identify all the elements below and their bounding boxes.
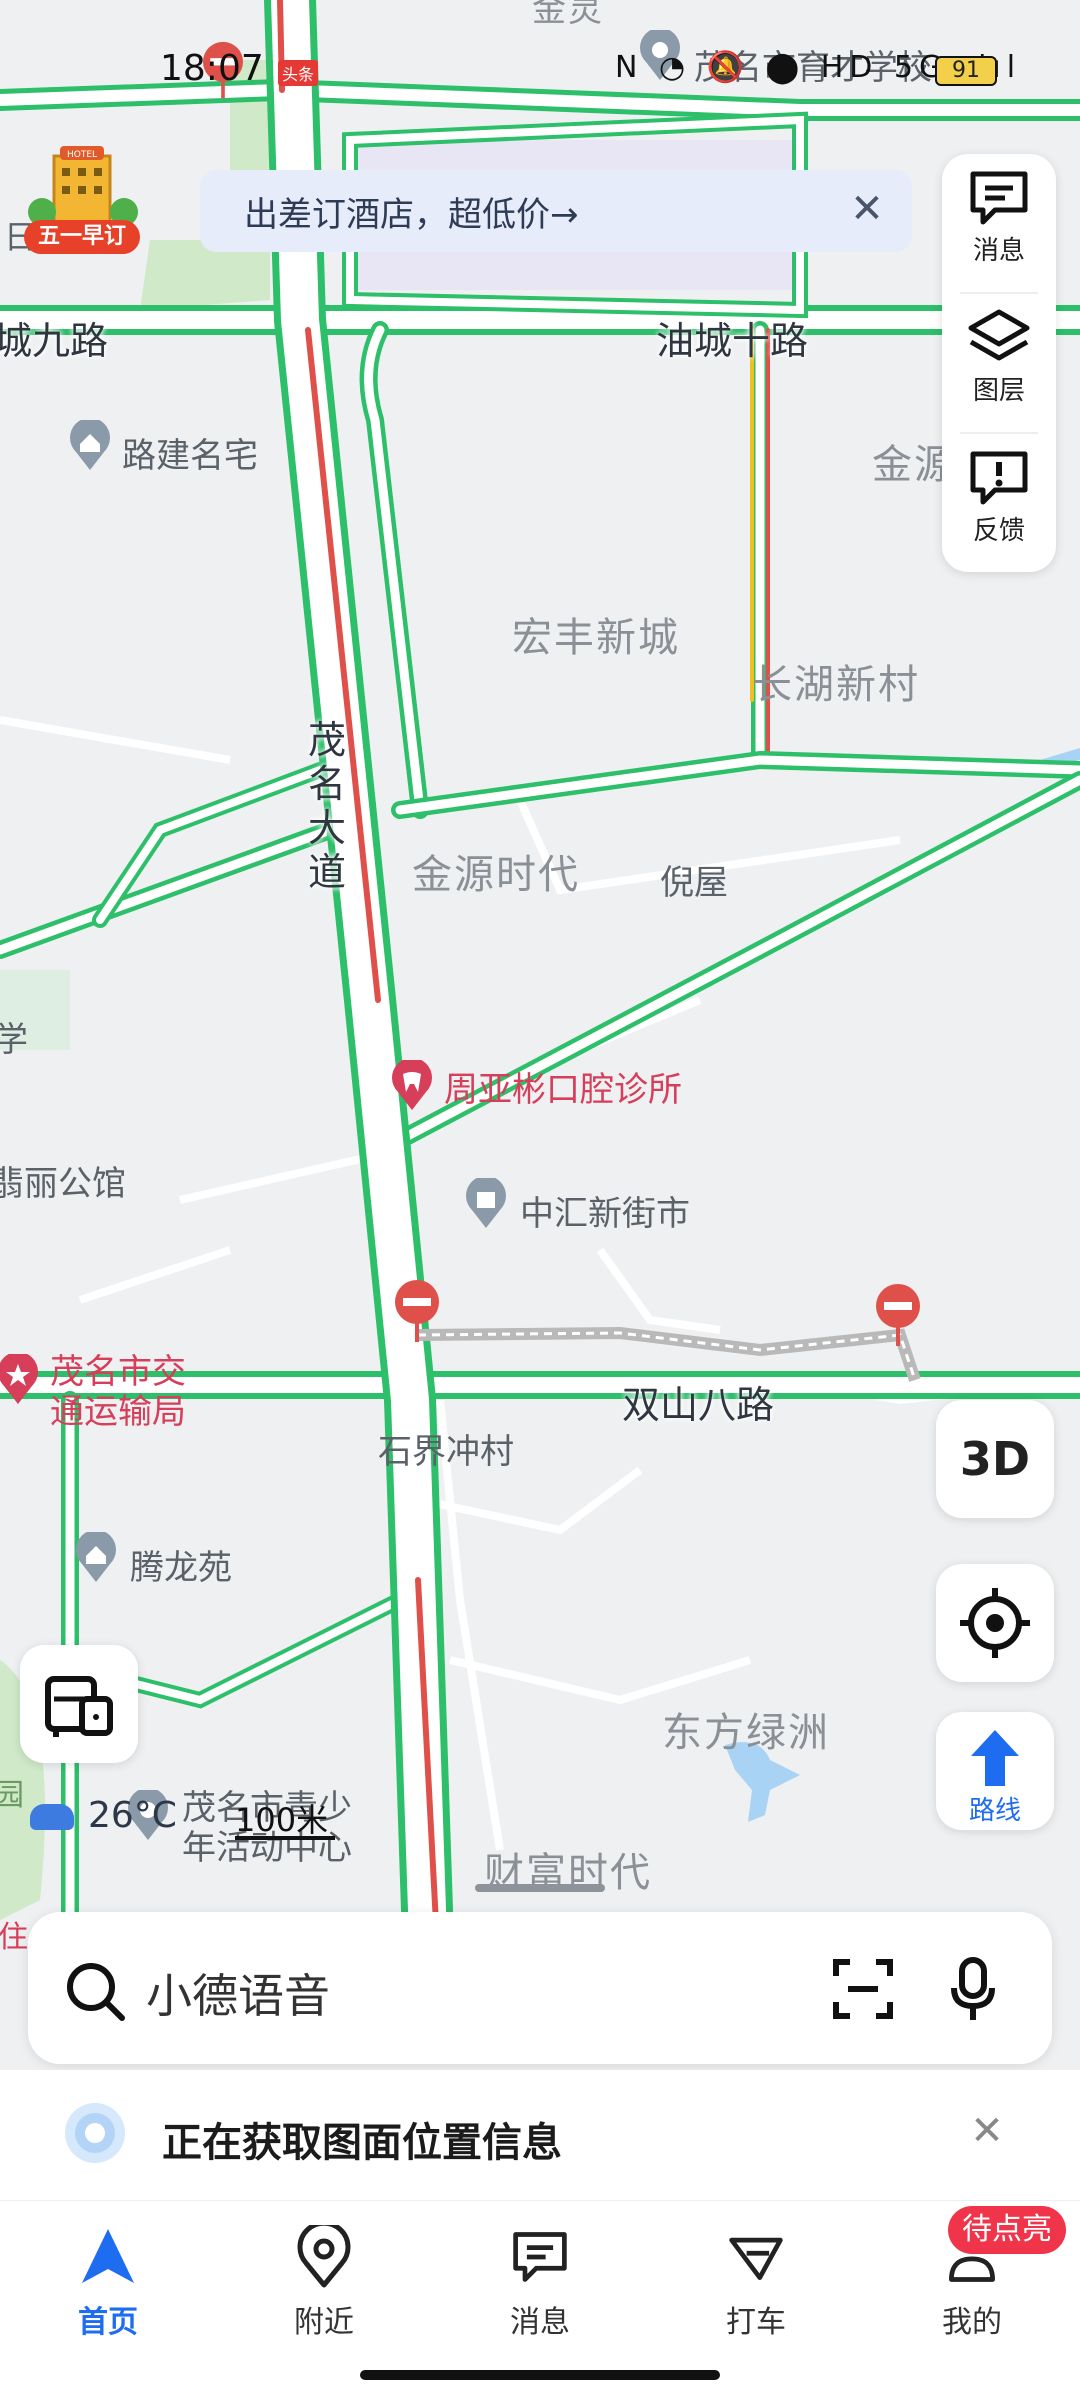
no-entry-icon xyxy=(876,1284,920,1346)
road-label-youcheng10: 油城十路 xyxy=(656,319,809,363)
poi-label-zhonghui[interactable]: 中汇新街市 xyxy=(520,1186,690,1235)
status-bar: 18:07 头条 N ◔ 🔕 ⬤ HD 5G ılıl 91 xyxy=(0,0,1080,140)
nav-home-label: 首页 xyxy=(78,2305,138,2340)
poi-label-zhu: 住 xyxy=(0,1920,28,1955)
temperature: 26°C xyxy=(88,1795,177,1836)
area-label-changhu: 长湖新村 xyxy=(752,662,920,708)
nav-taxi[interactable]: 打车 xyxy=(686,2225,826,2341)
road-label-maoming-dadao: 茂名大道 xyxy=(308,718,347,894)
nav-mine-label: 我的 xyxy=(942,2305,1002,2340)
weather-readout[interactable]: 26°C xyxy=(30,1795,177,1836)
transit-button[interactable] xyxy=(20,1645,138,1763)
search-icon xyxy=(67,1963,125,2021)
poi-label-zhouyabin[interactable]: 周亚彬口腔诊所 xyxy=(444,1062,682,1111)
messages-button[interactable]: 消息 xyxy=(942,154,1056,288)
search-input[interactable]: 小德语音 xyxy=(146,1960,330,2026)
feedback-label: 反馈 xyxy=(972,516,1025,546)
map-scale-bar xyxy=(235,1836,335,1840)
locate-button[interactable] xyxy=(936,1564,1054,1682)
nav-taxi-label: 打车 xyxy=(726,2305,786,2340)
nav-nearby-label: 附近 xyxy=(294,2305,354,2340)
location-info-bar: 正在获取图面位置信息 ✕ xyxy=(0,2070,1080,2200)
area-label-jinyuan-shidai: 金源时代 xyxy=(412,852,580,898)
nav-nearby[interactable]: 附近 xyxy=(254,2220,394,2341)
scan-icon[interactable] xyxy=(832,1958,894,2020)
hotel-promo-banner[interactable]: 出差订酒店，超低价→ ✕ xyxy=(200,170,912,252)
location-pin-icon xyxy=(297,2220,351,2288)
route-label: 路线 xyxy=(968,1796,1021,1826)
poi-label-lilgongguan[interactable]: 翡丽公馆 xyxy=(0,1156,126,1205)
map-side-panel: 消息 图层 反馈 xyxy=(942,154,1056,572)
location-pulse-icon xyxy=(65,2103,125,2163)
road-label-shuangshan8: 双山八路 xyxy=(622,1383,775,1427)
nav-home[interactable]: 首页 xyxy=(38,2225,178,2341)
route-arrow-icon xyxy=(971,1730,1019,1786)
residence-pin-icon[interactable] xyxy=(68,420,112,472)
status-time: 18:07 xyxy=(160,48,264,89)
poi-label-yuan: 园 xyxy=(0,1778,24,1813)
layers-label: 图层 xyxy=(972,376,1025,406)
bus-icon xyxy=(45,1676,113,1737)
layers-button[interactable]: 图层 xyxy=(942,294,1056,428)
map-scale: 100米 xyxy=(235,1801,329,1839)
hotel-promo-icon[interactable]: HOTEL 五一早订 xyxy=(20,142,144,258)
search-bar[interactable]: 小德语音 xyxy=(28,1912,1052,2064)
poi-label-tenglong[interactable]: 腾龙苑 xyxy=(130,1540,232,1589)
microphone-icon[interactable] xyxy=(948,1956,998,2024)
3d-toggle-button[interactable]: 3D xyxy=(936,1400,1054,1518)
cloud-icon xyxy=(30,1804,74,1830)
locate-icon xyxy=(960,1588,1030,1658)
feedback-button[interactable]: 反馈 xyxy=(942,434,1056,568)
layers-icon xyxy=(968,309,1030,361)
area-label-nuwu: 倪屋 xyxy=(660,863,728,903)
area-label-shijiechong: 石界冲村 xyxy=(378,1432,514,1472)
poi-label-jiaotong-2[interactable]: 通运输局 xyxy=(50,1384,186,1433)
location-info-text: 正在获取图面位置信息 xyxy=(162,2120,562,2166)
nav-messages[interactable]: 消息 xyxy=(470,2225,610,2341)
area-label-dongfang: 东方绿洲 xyxy=(662,1710,830,1756)
banner-text: 出差订酒店，超低价→ xyxy=(244,194,579,235)
home-indicator[interactable] xyxy=(360,2370,720,2380)
road-label-youcheng9: 城九路 xyxy=(0,319,109,363)
route-button[interactable]: 路线 xyxy=(936,1712,1054,1830)
hotel-promo-badge: 五一早订 xyxy=(24,220,140,254)
nav-messages-label: 消息 xyxy=(510,2305,570,2340)
sheet-drag-handle[interactable] xyxy=(475,1884,605,1892)
mine-badge[interactable]: 待点亮 xyxy=(948,2206,1066,2254)
battery-icon: 91 xyxy=(935,56,997,86)
navigation-arrow-icon xyxy=(82,2229,134,2283)
messages-label: 消息 xyxy=(972,236,1025,266)
no-entry-icon xyxy=(395,1280,439,1342)
feedback-icon xyxy=(970,451,1028,505)
poi-label-lujian[interactable]: 路建名宅 xyxy=(122,428,258,477)
news-badge-icon: 头条 xyxy=(278,60,319,86)
residence-pin-icon[interactable] xyxy=(74,1532,118,1584)
chat-icon xyxy=(513,2232,567,2282)
banner-close-button[interactable]: ✕ xyxy=(842,184,892,234)
market-pin-icon[interactable] xyxy=(464,1178,508,1230)
poi-label-xue: 学 xyxy=(0,1020,28,1060)
area-label-hongfeng: 宏丰新城 xyxy=(512,615,680,661)
message-icon xyxy=(970,171,1028,225)
government-pin-icon[interactable] xyxy=(0,1354,40,1406)
info-close-button[interactable]: ✕ xyxy=(962,2106,1012,2156)
dental-pin-icon[interactable] xyxy=(390,1060,434,1112)
svg-text:HOTEL: HOTEL xyxy=(67,150,97,160)
taxi-flag-icon xyxy=(729,2237,783,2280)
